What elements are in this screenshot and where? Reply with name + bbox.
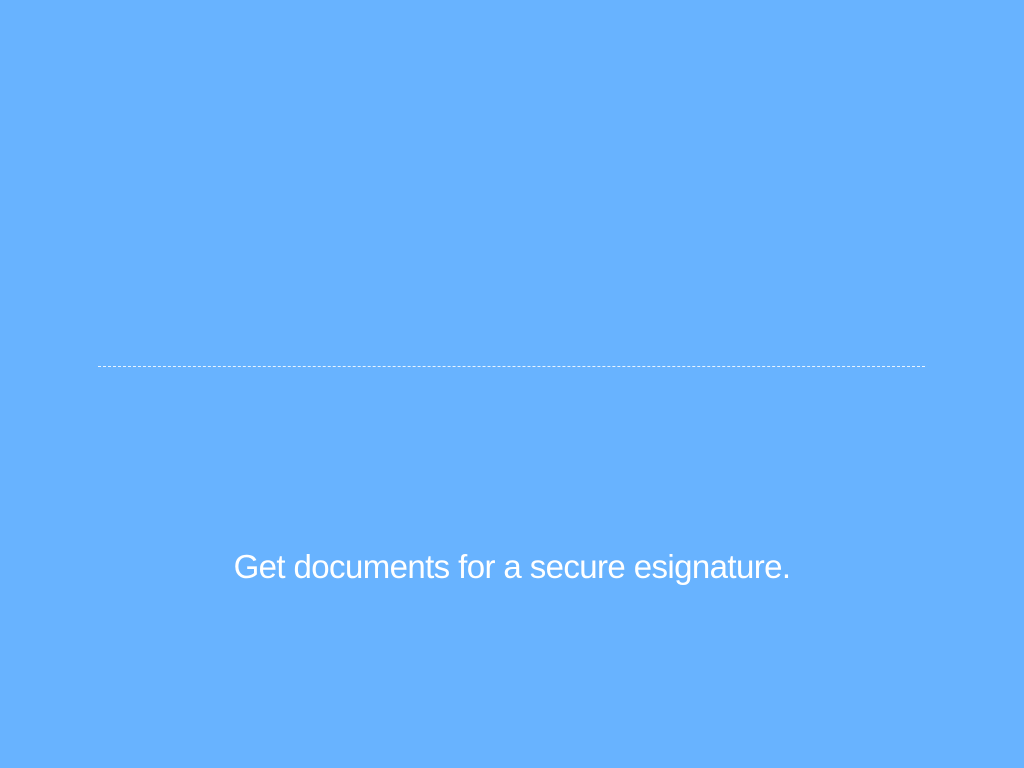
splash-screen: { "screen": { "background_color": "#68b3… [0, 0, 1024, 768]
signature-line [98, 366, 925, 367]
tagline-text: Get documents for a secure esignature. [233, 548, 791, 585]
